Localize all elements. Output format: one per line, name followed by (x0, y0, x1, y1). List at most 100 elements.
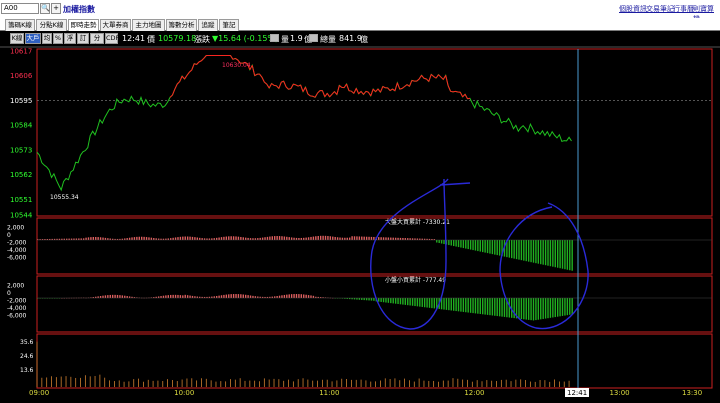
panel-bar (385, 237, 387, 240)
panel-bar (104, 237, 107, 240)
panel-bar (114, 294, 116, 298)
panel-bar (351, 236, 353, 240)
panel-bar (196, 237, 199, 240)
panel-bar (107, 238, 109, 240)
panel-bar (266, 236, 269, 240)
panel-bar (111, 294, 114, 298)
panel-bar (530, 240, 532, 263)
panel-bar (378, 298, 380, 302)
price-segment-up (194, 63, 197, 65)
price-segment-up (394, 82, 398, 91)
panel-bar (136, 236, 138, 240)
panel-bar (177, 294, 179, 298)
tab-branch-kline[interactable]: 分點K線 (36, 19, 67, 31)
price-segment-up (201, 57, 205, 62)
search-icon[interactable]: 🔍 (40, 3, 50, 14)
tab-chip-analysis[interactable]: 籌數分析 (166, 19, 197, 31)
panel-bar (390, 237, 392, 240)
panel-bar (462, 298, 465, 312)
link-calendar[interactable]: 行事曆 (673, 4, 694, 14)
panel-bar (334, 236, 336, 240)
panel-bar (312, 236, 315, 240)
panel-bar (199, 237, 201, 240)
panel-bar (92, 236, 95, 240)
tab-main-map[interactable]: 主力地圖 (132, 19, 165, 31)
symbol-input[interactable]: A00 (1, 3, 39, 14)
price-segment-up (370, 88, 374, 97)
panel-bar (486, 298, 489, 315)
panel-bar (191, 236, 194, 240)
price-segment-up (435, 74, 439, 79)
panel-bar (465, 298, 467, 313)
panel-bar (290, 294, 293, 298)
panel-bar (365, 236, 368, 240)
panel-bar (235, 236, 237, 240)
panel-bar (482, 298, 484, 315)
price-segment-up (186, 71, 190, 76)
panel-bar (523, 240, 525, 261)
panel-bar (382, 237, 385, 240)
price-segment-up (329, 93, 333, 98)
panel-bar (472, 298, 474, 314)
volume-tick-label: 24.6 (20, 353, 34, 360)
panel-bar (370, 298, 373, 301)
add-button[interactable]: + (51, 3, 61, 14)
panel-bar (399, 237, 402, 240)
chart-frame (0, 46, 720, 389)
link-trade-notes[interactable]: 交易筆記 (646, 4, 674, 14)
price-segment-up (176, 81, 181, 85)
tab-notes[interactable]: 筆記 (219, 19, 239, 31)
panel-bar (419, 298, 421, 307)
panel-bar (99, 237, 102, 240)
panel-bar (303, 237, 305, 240)
panel-bar (189, 295, 191, 298)
panel-bar (365, 298, 368, 301)
panel-bar (547, 240, 549, 266)
panel-bar (177, 237, 179, 240)
panel-bar (295, 294, 298, 298)
price-segment-up (416, 78, 420, 82)
panel-bar (324, 235, 327, 240)
panel-bar (220, 237, 223, 240)
panel-bar (428, 298, 431, 308)
panel-bar (370, 236, 373, 240)
price-segment-up (421, 74, 425, 79)
panel-bar (571, 298, 573, 315)
panel-bar (107, 295, 109, 298)
panel-bar (423, 298, 426, 308)
price-segment-up (261, 76, 265, 83)
price-segment-up (382, 85, 386, 89)
panel-bar (356, 236, 358, 240)
tab-chip-kline[interactable]: 籌碼K線 (5, 19, 35, 31)
panel-bar (116, 294, 119, 298)
price-segment-up (203, 55, 207, 59)
panel-bar (186, 295, 189, 298)
price-segment-up (278, 81, 282, 89)
panel-bar (244, 294, 247, 298)
panel-bar (186, 236, 189, 240)
panel-bar (319, 235, 322, 240)
panel-bar (448, 298, 450, 311)
panel-bar (426, 298, 428, 308)
price-segment-up (428, 74, 432, 82)
panel-bar (124, 295, 126, 298)
panel-bar (373, 236, 375, 240)
panel-bar (274, 236, 276, 240)
panel-bar (363, 298, 365, 301)
panel-bar (571, 240, 573, 271)
panel-bar (508, 240, 511, 258)
price-segment-up (367, 91, 372, 97)
panel-bar (443, 298, 445, 310)
link-stock-info[interactable]: 個股資訊 (619, 4, 647, 14)
tab-big-brokers[interactable]: 大單券商 (100, 19, 131, 31)
tab-track[interactable]: 追蹤 (198, 19, 218, 31)
chart-area[interactable]: K線 大戶 均 % 浮 訂 分價 CDP 12:41 價 10579.18 漲跌… (0, 31, 720, 403)
small-player-panel: 2,0000-2,000-4,000-6,000 (7, 283, 712, 321)
panel-bar (542, 240, 544, 265)
panel-bar (293, 237, 295, 240)
panel-bar (184, 236, 186, 240)
price-segment-up (324, 93, 328, 98)
price-tick-label: 10584 (10, 122, 33, 130)
price-segment-up (464, 93, 468, 99)
panel-tick-label: -4,000 (7, 247, 27, 254)
